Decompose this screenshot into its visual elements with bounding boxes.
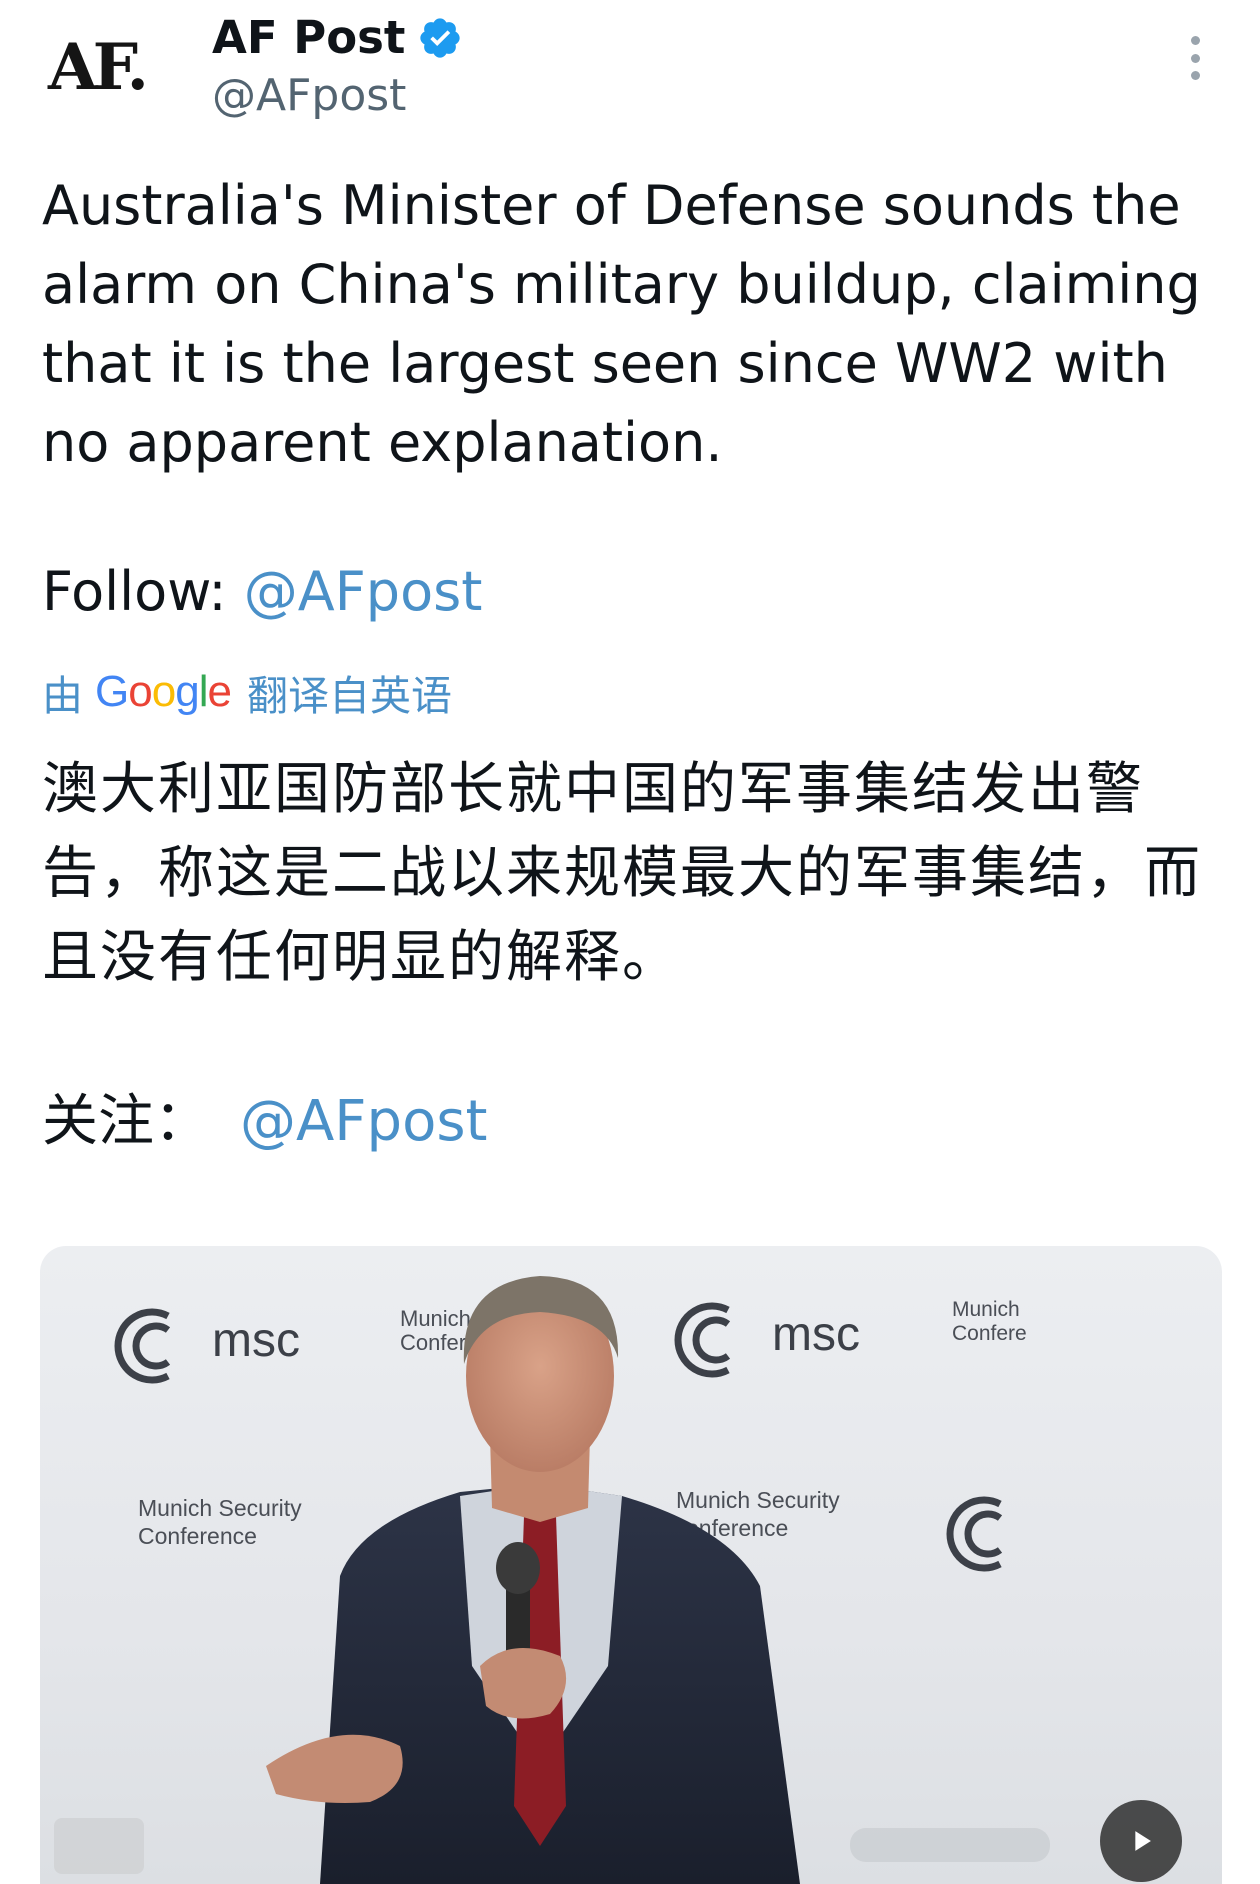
follow-handle-link[interactable]: @AFpost [244,560,483,623]
backdrop-label: Munich Security [676,1487,840,1513]
follow-line: Follow: @AFpost [42,553,482,631]
translated-follow-handle-link[interactable]: @AFpost [240,1089,487,1154]
msc-logo-icon [946,1496,1003,1572]
translated-tweet-text: 澳大利亚国防部长就中国的军事集结发出警告，称这是二战以来规模最大的军事集结，而且… [42,757,1202,990]
more-vertical-icon[interactable] [1178,36,1212,80]
google-logo: Google [95,667,232,716]
display-name[interactable]: AF Post [212,8,405,68]
video-frame: msc msc Munich Confer Munich Confere Mun… [54,1276,1050,1884]
msc-logo-icon [114,1308,171,1384]
account-avatar-logo[interactable]: AF. [48,28,168,108]
tweet-text: Australia's Minister of Defense sounds t… [42,174,1201,474]
follow-label: Follow: [42,560,244,623]
msc-brand-2: msc [772,1308,860,1361]
translated-follow-label: 关注： [42,1089,210,1154]
backdrop-label: Confer [400,1330,466,1355]
msc-logo-icon [674,1302,731,1378]
translation-suffix: 翻译自英语 [246,672,452,720]
translation-prefix: 由 [42,672,83,720]
backdrop-label: Conference [138,1523,257,1549]
tweet-media-video[interactable]: msc msc Munich Confer Munich Confere Mun… [40,1246,1222,1884]
translation-attribution[interactable]: 由 Google 翻译自英语 [42,660,452,724]
backdrop-label: Confere [952,1322,1027,1345]
backdrop-label: Munich [952,1298,1020,1321]
backdrop-label: Munich Security [138,1495,302,1521]
backdrop-label: Munich [400,1306,471,1331]
play-icon[interactable] [1100,1800,1182,1882]
verified-badge-icon [420,18,461,58]
msc-brand-1: msc [212,1314,300,1367]
account-handle[interactable]: @AFpost [212,66,406,126]
display-name-row[interactable]: AF Post [212,8,463,68]
translated-follow-line: 关注： @AFpost [42,1082,487,1162]
speaker-figure [266,1276,800,1884]
